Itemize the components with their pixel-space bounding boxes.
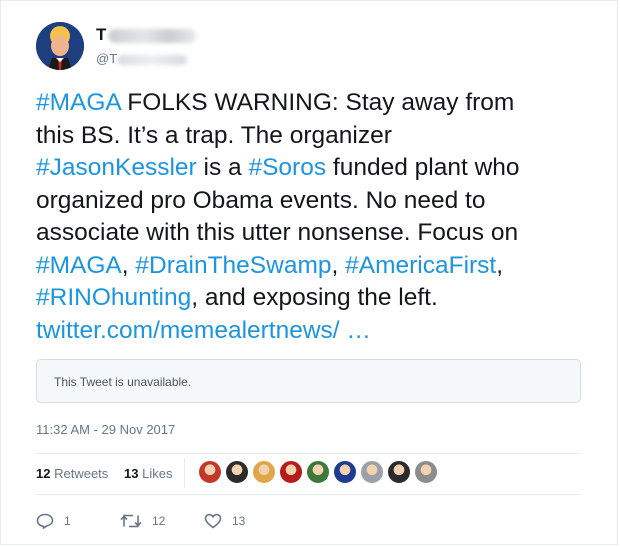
- tweet-text-line: #MAGA FOLKS WARNING: Stay away from: [36, 87, 596, 120]
- liker-avatar[interactable]: [252, 460, 276, 484]
- tweet-card: T @T #MAGA FOLKS WARNING: Stay away from…: [0, 0, 618, 545]
- tweet-text-segment: organized pro Obama events. No need to: [36, 186, 486, 214]
- likes-count: 13: [124, 466, 139, 481]
- tweet-text-segment: ,: [331, 251, 346, 279]
- retweets-stat[interactable]: 12 Retweets: [36, 466, 108, 481]
- tweet-text-line: associate with this utter nonsense. Focu…: [36, 217, 596, 250]
- hashtag-link[interactable]: #MAGA: [36, 252, 122, 279]
- liker-avatar[interactable]: [333, 460, 357, 484]
- retweet-count: 12: [152, 514, 166, 528]
- hashtag-link[interactable]: #Soros: [248, 154, 326, 181]
- retweet-icon: [120, 514, 142, 528]
- heart-icon: [204, 513, 222, 529]
- hashtag-link[interactable]: #MAGA: [36, 89, 120, 116]
- reply-count: 1: [64, 514, 71, 528]
- user-handle[interactable]: @T: [96, 51, 196, 66]
- hashtag-link[interactable]: #AmericaFirst: [345, 252, 496, 279]
- url-link[interactable]: twitter.com/memealertnews/ …: [36, 317, 371, 344]
- unavailable-text: This Tweet is unavailable.: [54, 375, 192, 389]
- divider: [36, 494, 581, 495]
- hashtag-link[interactable]: #JasonKessler: [36, 154, 197, 181]
- tweet-text-line: this BS. It’s a trap. The organizer: [36, 120, 596, 153]
- tweet-text-segment: ,: [496, 251, 504, 279]
- reply-button[interactable]: 1: [36, 513, 71, 529]
- avatar[interactable]: [36, 22, 84, 70]
- tweet-text-line: #RINOhunting, and exposing the left.: [36, 282, 596, 315]
- likes-stat[interactable]: 13 Likes: [124, 466, 172, 481]
- tweet-text-line: twitter.com/memealertnews/ …: [36, 315, 596, 348]
- tweet-timestamp[interactable]: 11:32 AM - 29 Nov 2017: [36, 422, 175, 437]
- display-name-text: T: [96, 25, 107, 44]
- tweet-stats: 12 Retweets 13 Likes: [36, 456, 581, 490]
- retweet-button[interactable]: 12: [120, 513, 165, 529]
- liker-avatar[interactable]: [387, 460, 411, 484]
- stats-separator: [184, 458, 185, 488]
- liker-avatar[interactable]: [360, 460, 384, 484]
- tweet-text-segment: associate with this utter nonsense. Focu…: [36, 219, 519, 246]
- tweet-header: T @T: [36, 19, 576, 75]
- tweet-actions: 1 12 13: [36, 507, 581, 537]
- display-name[interactable]: T: [96, 25, 197, 45]
- tweet-text-line: #MAGA, #DrainTheSwamp, #AmericaFirst,: [36, 250, 596, 283]
- tweet-text-segment: this BS. It’s a trap. The organizer: [36, 121, 392, 149]
- tweet-text-line: #JasonKessler is a #Soros funded plant w…: [36, 152, 596, 185]
- quoted-tweet-unavailable: This Tweet is unavailable.: [36, 359, 581, 403]
- avatar-image-icon: [36, 22, 84, 70]
- hashtag-link[interactable]: #DrainTheSwamp: [135, 252, 331, 279]
- liker-avatar[interactable]: [279, 460, 303, 484]
- tweet-text: #MAGA FOLKS WARNING: Stay away from this …: [36, 87, 596, 347]
- likes-label: Likes: [142, 466, 173, 481]
- reply-icon: [36, 513, 54, 529]
- redacted-name: [108, 28, 197, 43]
- tweet-text-segment: , and exposing the left.: [191, 284, 438, 311]
- liker-avatar[interactable]: [225, 460, 249, 484]
- like-button[interactable]: 13: [204, 513, 245, 529]
- liker-avatar[interactable]: [414, 460, 438, 484]
- liker-avatar[interactable]: [198, 460, 222, 484]
- tweet-text-segment: ,: [121, 251, 136, 279]
- retweets-label: Retweets: [54, 466, 109, 481]
- like-count: 13: [232, 514, 246, 528]
- tweet-text-line: organized pro Obama events. No need to: [36, 185, 596, 218]
- hashtag-link[interactable]: #RINOhunting: [36, 284, 191, 311]
- retweets-count: 12: [36, 466, 51, 481]
- redacted-handle: [117, 54, 188, 65]
- tweet-text-segment: FOLKS WARNING: Stay away from: [120, 89, 515, 116]
- tweet-text-segment: is a: [196, 154, 249, 181]
- liker-avatar[interactable]: [306, 460, 330, 484]
- user-names: T @T: [96, 25, 197, 66]
- divider: [36, 453, 581, 454]
- tweet-text-segment: funded plant who: [326, 154, 520, 181]
- handle-text: @T: [96, 51, 118, 66]
